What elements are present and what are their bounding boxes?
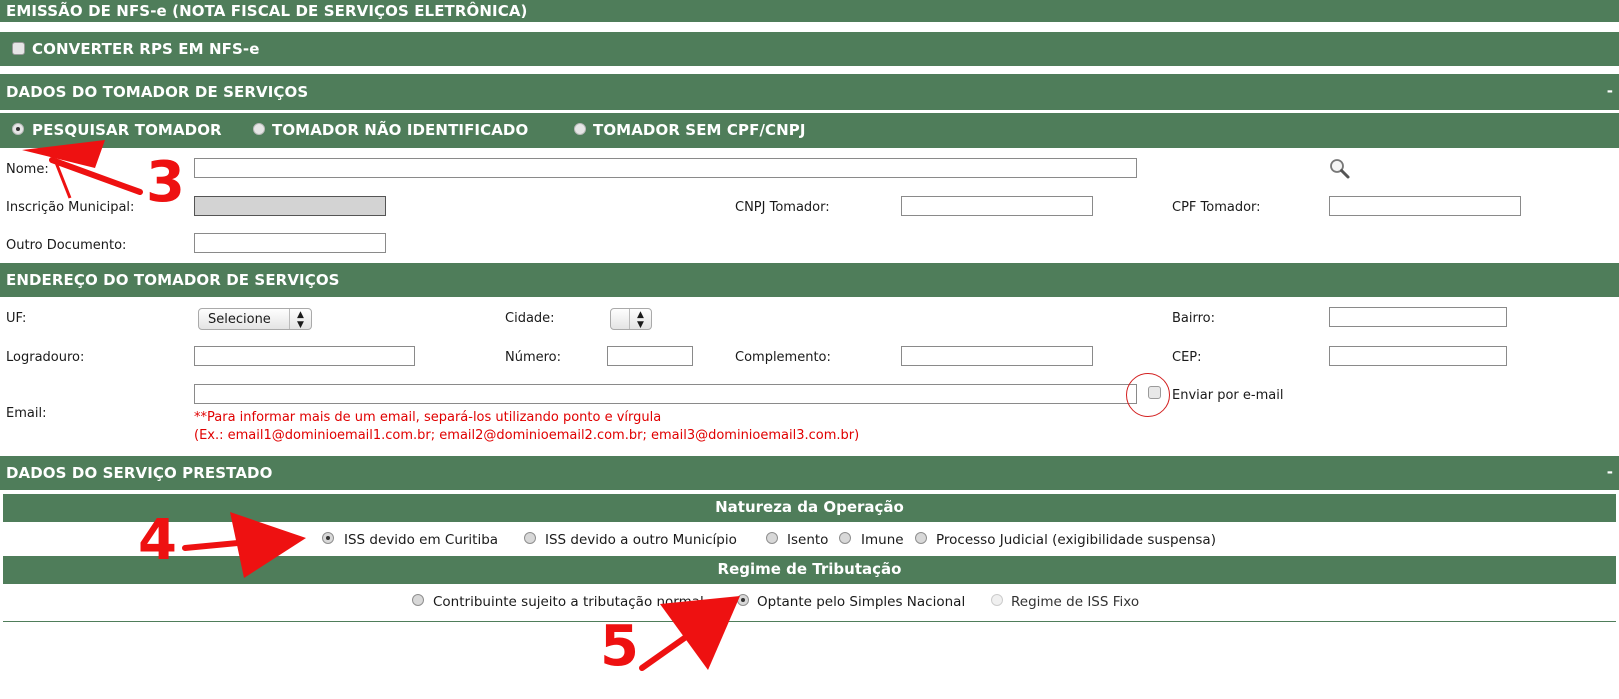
numero-label: Número:: [505, 350, 562, 365]
iss-curitiba-radio[interactable]: [322, 532, 334, 544]
cpf-label: CPF Tomador:: [1172, 200, 1261, 215]
tomador-sem-cpf-label[interactable]: TOMADOR SEM CPF/CNPJ: [593, 121, 806, 139]
logradouro-label: Logradouro:: [6, 350, 85, 365]
bottom-divider: [3, 621, 1616, 622]
inscricao-label: Inscrição Municipal:: [6, 200, 135, 215]
regime-title: Regime de Tributação: [717, 560, 902, 578]
cpf-input[interactable]: [1329, 196, 1521, 216]
nome-input[interactable]: [194, 158, 1137, 178]
simples-nacional-radio[interactable]: [737, 594, 749, 606]
natureza-title: Natureza da Operação: [715, 498, 904, 516]
cnpj-label: CNPJ Tomador:: [735, 200, 830, 215]
email-note-line-2: (Ex.: email1@dominioemail1.com.br; email…: [194, 428, 860, 443]
tomador-nao-identificado-radio[interactable]: [253, 123, 265, 135]
tributacao-normal-radio[interactable]: [412, 594, 424, 606]
cep-input[interactable]: [1329, 346, 1507, 366]
simples-nacional-label[interactable]: Optante pelo Simples Nacional: [757, 594, 965, 610]
outro-documento-label: Outro Documento:: [6, 238, 127, 253]
annotation-step-3: 3: [146, 150, 185, 215]
tomador-section-header[interactable]: DADOS DO TOMADOR DE SERVIÇOS -: [0, 74, 1619, 110]
tomador-nao-identificado-label[interactable]: TOMADOR NÃO IDENTIFICADO: [272, 121, 528, 139]
collapse-servico-button[interactable]: -: [1607, 463, 1613, 481]
send-email-label[interactable]: Enviar por e-mail: [1172, 388, 1283, 403]
isento-radio[interactable]: [766, 532, 778, 544]
annotation-step-4: 4: [138, 508, 177, 573]
tomador-options-bar: PESQUISAR TOMADOR TOMADOR NÃO IDENTIFICA…: [0, 113, 1619, 148]
bairro-input[interactable]: [1329, 307, 1507, 327]
email-label: Email:: [6, 406, 47, 421]
convert-rps-bar: CONVERTER RPS EM NFS-e: [0, 32, 1619, 66]
iss-outro-municipio-radio[interactable]: [524, 532, 536, 544]
complemento-input[interactable]: [901, 346, 1093, 366]
imune-radio[interactable]: [839, 532, 851, 544]
collapse-tomador-button[interactable]: -: [1607, 82, 1613, 100]
tomador-sem-cpf-radio[interactable]: [574, 123, 586, 135]
servico-section-title: DADOS DO SERVIÇO PRESTADO: [6, 464, 273, 482]
cidade-select[interactable]: ▲ ▼: [610, 308, 652, 330]
endereco-section-header: ENDEREÇO DO TOMADOR DE SERVIÇOS: [0, 263, 1619, 297]
outro-documento-input[interactable]: [194, 233, 386, 253]
cidade-label: Cidade:: [505, 311, 555, 326]
numero-input[interactable]: [607, 346, 693, 366]
page-title-bar: EMISSÃO DE NFS-e (NOTA FISCAL DE SERVIÇO…: [0, 0, 1619, 22]
natureza-header: Natureza da Operação: [3, 494, 1616, 522]
convert-rps-checkbox[interactable]: [12, 42, 25, 55]
uf-select[interactable]: Selecione ▲ ▼: [198, 308, 312, 330]
convert-rps-label[interactable]: CONVERTER RPS EM NFS-e: [32, 40, 259, 58]
pesquisar-tomador-radio[interactable]: [12, 123, 24, 135]
uf-label: UF:: [6, 311, 27, 326]
logradouro-input[interactable]: [194, 346, 415, 366]
cidade-select-arrow-icon: ▲ ▼: [629, 309, 651, 330]
complemento-label: Complemento:: [735, 350, 831, 365]
imune-label[interactable]: Imune: [861, 532, 904, 548]
page-title: EMISSÃO DE NFS-e (NOTA FISCAL DE SERVIÇO…: [6, 2, 528, 20]
nome-label: Nome:: [6, 162, 49, 177]
bairro-label: Bairro:: [1172, 311, 1216, 326]
annotation-step-5: 5: [600, 614, 639, 679]
iss-fixo-label[interactable]: Regime de ISS Fixo: [1011, 594, 1139, 610]
cep-label: CEP:: [1172, 350, 1202, 365]
email-input[interactable]: [194, 384, 1137, 404]
pesquisar-tomador-label[interactable]: PESQUISAR TOMADOR: [32, 121, 222, 139]
checkbox-highlight-circle: [1126, 373, 1170, 417]
uf-select-arrow-icon: ▲ ▼: [289, 309, 311, 330]
endereco-section-title: ENDEREÇO DO TOMADOR DE SERVIÇOS: [6, 271, 340, 289]
search-icon[interactable]: [1328, 157, 1352, 181]
servico-section-header[interactable]: DADOS DO SERVIÇO PRESTADO -: [0, 456, 1619, 490]
processo-judicial-radio[interactable]: [915, 532, 927, 544]
email-note-line-1: **Para informar mais de um email, separá…: [194, 410, 662, 425]
processo-judicial-label[interactable]: Processo Judicial (exigibilidade suspens…: [936, 532, 1216, 548]
iss-outro-municipio-label[interactable]: ISS devido a outro Município: [545, 532, 737, 548]
tributacao-normal-label[interactable]: Contribuinte sujeito a tributação normal: [433, 594, 704, 610]
uf-selected-value: Selecione: [208, 312, 271, 327]
regime-header: Regime de Tributação: [3, 556, 1616, 584]
cnpj-input[interactable]: [901, 196, 1093, 216]
iss-curitiba-label[interactable]: ISS devido em Curitiba: [344, 532, 498, 548]
iss-fixo-radio[interactable]: [991, 594, 1003, 606]
isento-label[interactable]: Isento: [787, 532, 828, 548]
tomador-section-title: DADOS DO TOMADOR DE SERVIÇOS: [6, 83, 309, 101]
inscricao-input: [194, 196, 386, 216]
